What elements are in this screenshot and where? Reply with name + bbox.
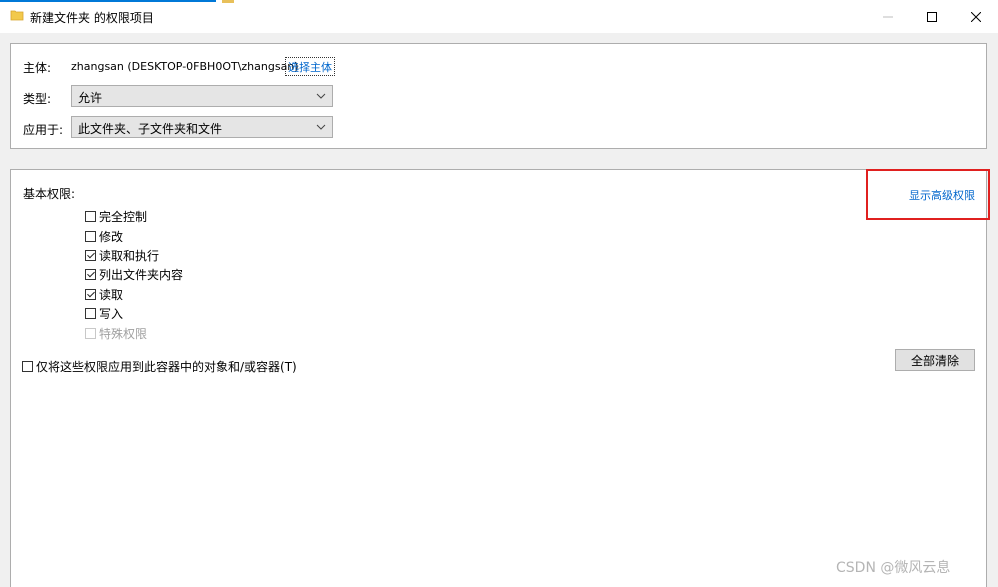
- principal-label: 主体:: [23, 61, 52, 75]
- permission-list-folder[interactable]: 列出文件夹内容: [85, 266, 183, 283]
- list-folder-label: 列出文件夹内容: [99, 268, 184, 282]
- maximize-icon: [927, 11, 937, 22]
- permission-special: 特殊权限: [85, 325, 147, 342]
- minimize-icon: [883, 16, 893, 17]
- modify-label: 修改: [99, 230, 124, 244]
- type-select-value: 允许: [78, 91, 103, 105]
- basic-permissions-heading: 基本权限:: [23, 187, 76, 201]
- close-icon: [971, 11, 981, 22]
- principal-panel: 主体: zhangsan (DESKTOP-0FBH0OT\zhangsan) …: [10, 43, 987, 149]
- close-button[interactable]: [956, 0, 996, 33]
- maximize-button[interactable]: [912, 0, 952, 33]
- apply-only-label: 仅将这些权限应用到此容器中的对象和/或容器(T): [36, 360, 297, 374]
- write-checkbox[interactable]: [85, 308, 96, 319]
- show-advanced-permissions-link[interactable]: 显示高级权限: [909, 187, 975, 203]
- taskbar-accent-line: [0, 0, 216, 2]
- apply-only-option[interactable]: 仅将这些权限应用到此容器中的对象和/或容器(T): [22, 358, 297, 375]
- permission-modify[interactable]: 修改: [85, 228, 123, 245]
- applies-to-label: 应用于:: [23, 123, 64, 137]
- read-label: 读取: [99, 288, 124, 302]
- select-principal-link[interactable]: 选择主体: [285, 57, 335, 76]
- permission-full-control[interactable]: 完全控制: [85, 208, 147, 225]
- full-control-label: 完全控制: [99, 210, 148, 224]
- folder-icon: [10, 10, 24, 21]
- apply-only-checkbox[interactable]: [22, 361, 33, 372]
- permission-read-execute[interactable]: 读取和执行: [85, 247, 159, 264]
- type-label: 类型:: [23, 92, 52, 106]
- title-bar: 新建文件夹 的权限项目: [0, 0, 998, 33]
- read-execute-checkbox[interactable]: [85, 250, 96, 261]
- chevron-down-icon: [316, 93, 326, 99]
- read-execute-label: 读取和执行: [99, 249, 160, 263]
- list-folder-checkbox[interactable]: [85, 269, 96, 280]
- principal-value: zhangsan (DESKTOP-0FBH0OT\zhangsan): [71, 60, 299, 73]
- watermark: CSDN @微风云息: [836, 560, 951, 576]
- modify-checkbox[interactable]: [85, 231, 96, 242]
- taskbar-accent-mark: [222, 0, 234, 3]
- applies-to-select-value: 此文件夹、子文件夹和文件: [78, 122, 223, 136]
- window-title: 新建文件夹 的权限项目: [30, 11, 154, 25]
- permission-write[interactable]: 写入: [85, 305, 123, 322]
- permissions-panel: 基本权限: 显示高级权限 完全控制 修改 读取和执行 列出文件夹内容 读取 写入…: [10, 169, 987, 587]
- minimize-button[interactable]: [868, 0, 908, 33]
- applies-to-select[interactable]: 此文件夹、子文件夹和文件: [71, 116, 333, 138]
- chevron-down-icon: [316, 124, 326, 130]
- clear-all-button[interactable]: 全部清除: [895, 349, 975, 371]
- write-label: 写入: [99, 307, 124, 321]
- full-control-checkbox[interactable]: [85, 211, 96, 222]
- special-label: 特殊权限: [99, 327, 148, 341]
- read-checkbox[interactable]: [85, 289, 96, 300]
- type-select[interactable]: 允许: [71, 85, 333, 107]
- permission-read[interactable]: 读取: [85, 286, 123, 303]
- special-checkbox: [85, 328, 96, 339]
